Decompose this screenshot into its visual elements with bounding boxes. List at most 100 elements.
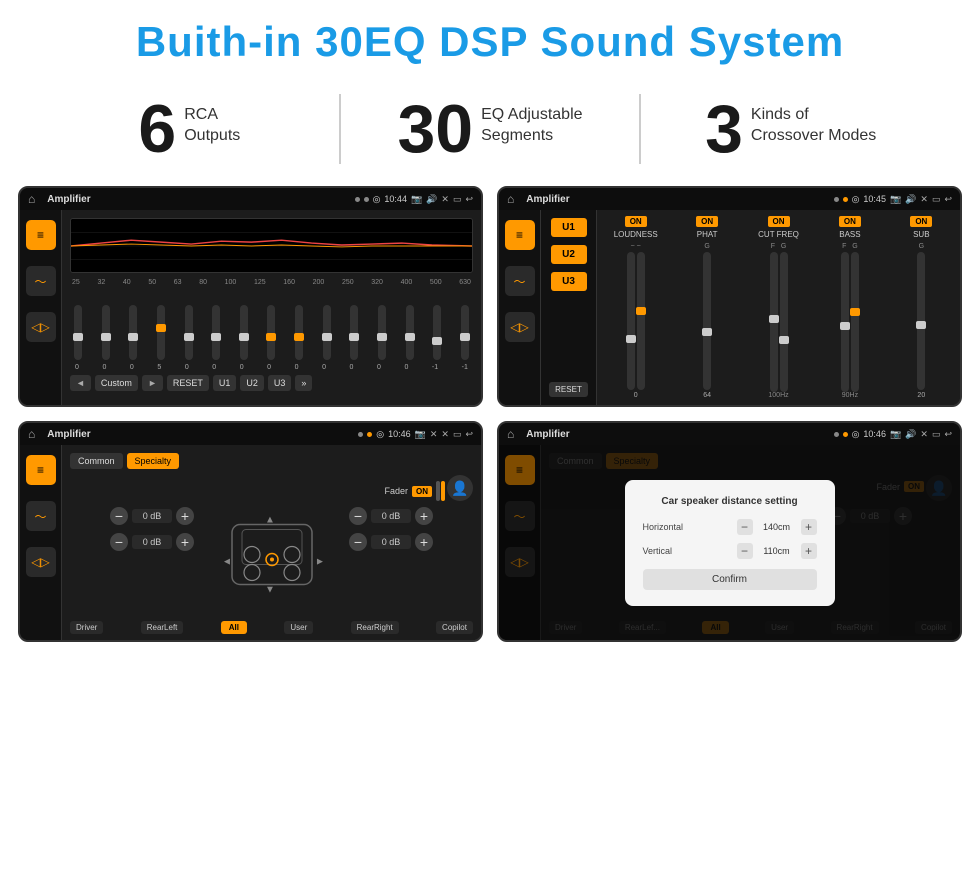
u1-btn[interactable]: U1 (551, 218, 587, 237)
loudness-track2[interactable] (637, 252, 645, 390)
db-plus-bl[interactable]: + (176, 533, 194, 551)
dot4 (843, 197, 848, 202)
camera-icon: 📷 (411, 194, 422, 205)
all-btn[interactable]: All (221, 621, 247, 634)
db-minus-br[interactable]: − (349, 533, 367, 551)
screen4-time: 10:46 (863, 429, 886, 439)
back4[interactable]: ↩ (944, 429, 952, 440)
bass-on[interactable]: ON (839, 216, 861, 227)
s3-btn2[interactable]: 〜 (26, 501, 56, 531)
sub-on[interactable]: ON (910, 216, 932, 227)
bass-track1[interactable] (841, 252, 849, 392)
back3[interactable]: ↩ (465, 429, 473, 440)
eq-u3-btn[interactable]: U3 (268, 375, 292, 391)
s3-btn1[interactable]: ≡ (26, 455, 56, 485)
eq-slider-13[interactable] (433, 305, 441, 360)
bass-track2[interactable] (851, 252, 859, 392)
horizontal-plus[interactable]: + (801, 519, 817, 535)
horizontal-minus[interactable]: − (737, 519, 753, 535)
status-icons-1: ◎ 10:44 📷 🔊 ✕ ▭ ↩ (355, 194, 473, 205)
eq-slider-10[interactable] (350, 305, 358, 360)
screen3-title: Amplifier (47, 429, 352, 440)
cutfreq-on[interactable]: ON (768, 216, 790, 227)
s2-btn2[interactable]: 〜 (505, 266, 535, 296)
screen1-body: ≡ 〜 ◁▷ (20, 210, 481, 405)
confirm-btn[interactable]: Confirm (643, 569, 817, 590)
s2-reset-btn[interactable]: RESET (549, 382, 588, 397)
db-plus-tr[interactable]: + (415, 507, 433, 525)
db-minus-bl[interactable]: − (110, 533, 128, 551)
cf-track2[interactable] (780, 252, 788, 392)
eq-slider-6[interactable] (240, 305, 248, 360)
eq-slider-1[interactable] (102, 305, 110, 360)
fader-label: Fader (384, 486, 408, 496)
stat-label-crossover: Kinds ofCrossover Modes (751, 95, 876, 147)
eq-next-btn[interactable]: ► (142, 375, 163, 391)
phat-track[interactable] (703, 252, 711, 390)
tab-common-3[interactable]: Common (70, 453, 123, 469)
cf-track1[interactable] (770, 252, 778, 392)
cam4: 📷 (890, 429, 901, 440)
fader-on-badge[interactable]: ON (412, 486, 432, 497)
vertical-minus[interactable]: − (737, 543, 753, 559)
eq-reset-btn[interactable]: RESET (167, 375, 209, 391)
horizontal-value: 140cm (757, 522, 797, 532)
status-bar-2: ⌂ Amplifier ◎ 10:45 📷 🔊 ✕ ▭ ↩ (499, 188, 960, 210)
screen-dialog: ⌂ Amplifier ◎ 10:46 📷 🔊 ✕ ▭ ↩ ≡ 〜 ◁▷ (497, 421, 962, 642)
status-icons-3: ◎ 10:46 📷 ✕ ✕ ▭ ↩ (358, 429, 473, 440)
sub-track[interactable] (917, 252, 925, 390)
db-minus-tr[interactable]: − (349, 507, 367, 525)
home-icon-2: ⌂ (507, 192, 514, 206)
eq-slider-8[interactable] (295, 305, 303, 360)
db-control-tr: − 0 dB + (349, 507, 433, 525)
sig2: ✕ (920, 194, 928, 205)
sidebar-btn-wave[interactable]: 〜 (26, 266, 56, 296)
db-plus-br[interactable]: + (415, 533, 433, 551)
signal-icon: ✕ (441, 194, 449, 205)
vertical-plus[interactable]: + (801, 543, 817, 559)
eq-slider-12[interactable] (406, 305, 414, 360)
eq-slider-5[interactable] (212, 305, 220, 360)
copilot-label: Copilot (436, 621, 473, 634)
eq-slider-7[interactable] (267, 305, 275, 360)
eq-slider-9[interactable] (323, 305, 331, 360)
db-plus-tl[interactable]: + (176, 507, 194, 525)
eq-more-btn[interactable]: » (295, 375, 312, 391)
sidebar-btn-vol[interactable]: ◁▷ (26, 312, 56, 342)
db-minus-tl[interactable]: − (110, 507, 128, 525)
db-value-br: 0 dB (371, 535, 411, 549)
back2[interactable]: ↩ (944, 194, 952, 205)
eq-u2-btn[interactable]: U2 (240, 375, 264, 391)
screen2-body: ≡ 〜 ◁▷ U1 U2 U3 RESET ON LOUDNESS ~ ~ (499, 210, 960, 405)
phat-on[interactable]: ON (696, 216, 718, 227)
eq-prev-btn[interactable]: ◄ (70, 375, 91, 391)
s2-btn3[interactable]: ◁▷ (505, 312, 535, 342)
eq-preset-label: Custom (95, 375, 138, 391)
screen2-time: 10:45 (863, 194, 886, 204)
dialog-title: Car speaker distance setting (643, 496, 817, 507)
screen2-title: Amplifier (526, 194, 827, 205)
s2-btn1[interactable]: ≡ (505, 220, 535, 250)
status-dot-2 (364, 197, 369, 202)
tab-specialty-3[interactable]: Specialty (127, 453, 180, 469)
bottom-controls-3: Driver RearLeft All User RearRight Copil… (62, 621, 481, 634)
loudness-on[interactable]: ON (625, 216, 647, 227)
eq-slider-3[interactable] (157, 305, 165, 360)
back-icon[interactable]: ↩ (465, 194, 473, 205)
s3-btn3[interactable]: ◁▷ (26, 547, 56, 577)
sub-label: SUB (913, 230, 929, 239)
sidebar-btn-eq[interactable]: ≡ (26, 220, 56, 250)
eq-u1-btn[interactable]: U1 (213, 375, 237, 391)
battery-icon: ▭ (453, 194, 462, 205)
eq-slider-2[interactable] (129, 305, 137, 360)
eq-slider-14[interactable] (461, 305, 469, 360)
dot7 (834, 432, 839, 437)
eq-slider-0[interactable] (74, 305, 82, 360)
home-icon: ⌂ (28, 192, 35, 206)
u2-btn[interactable]: U2 (551, 245, 587, 264)
u3-btn[interactable]: U3 (551, 272, 587, 291)
vol3: ✕ (430, 429, 438, 440)
eq-slider-11[interactable] (378, 305, 386, 360)
loudness-track1[interactable] (627, 252, 635, 390)
eq-slider-4[interactable] (185, 305, 193, 360)
